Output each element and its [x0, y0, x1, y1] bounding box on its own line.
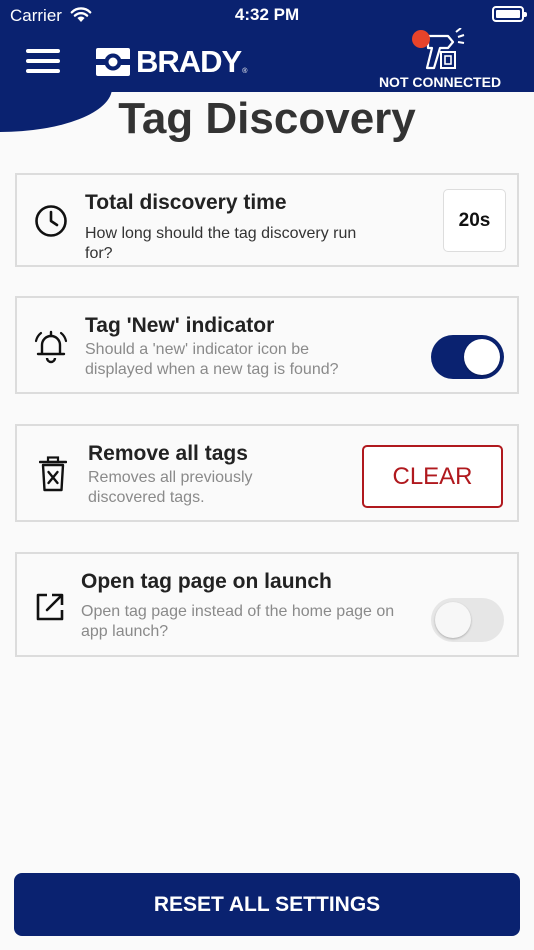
menu-bar	[26, 69, 60, 73]
toggle-knob	[464, 339, 500, 375]
bell-icon	[33, 328, 69, 369]
clock-icon	[34, 204, 68, 243]
menu-bar	[26, 49, 60, 53]
setting-description: Open tag page instead of the home page o…	[81, 603, 395, 640]
toggle-knob	[435, 602, 471, 638]
reset-all-settings-button[interactable]: RESET ALL SETTINGS	[14, 873, 520, 936]
battery-icon	[492, 6, 527, 22]
setting-description: Removes all previously discovered tags.	[88, 469, 253, 506]
trash-icon	[38, 456, 68, 497]
brand-registered-mark: ®	[242, 68, 248, 75]
clock-time: 4:32 PM	[234, 5, 300, 24]
printer-connection-button[interactable]	[408, 27, 468, 76]
setting-title: Tag 'New' indicator	[85, 314, 275, 337]
connection-status-dot	[412, 30, 430, 48]
discovery-time-value[interactable]: 20s	[443, 189, 506, 252]
setting-title: Remove all tags	[88, 442, 248, 465]
menu-icon[interactable]	[26, 48, 62, 74]
brand-logo-mark	[96, 48, 130, 76]
connection-status-label: NOT CONNECTED	[378, 74, 502, 90]
open-tag-page-toggle[interactable]	[431, 598, 504, 642]
open-tag-page-card: Open tag page on launch Open tag page in…	[15, 552, 519, 657]
brand-logo: BRADY ®	[96, 44, 248, 79]
external-link-icon	[35, 592, 65, 627]
setting-title: Total discovery time	[85, 191, 287, 214]
page-title: Tag Discovery	[118, 94, 416, 143]
new-indicator-toggle[interactable]	[431, 335, 504, 379]
setting-title: Open tag page on launch	[81, 570, 332, 593]
setting-description: Should a 'new' indicator icon be display…	[85, 341, 339, 378]
remove-tags-card: Remove all tags Removes all previously d…	[15, 424, 519, 522]
status-bar: Carrier 4:32 PM	[0, 0, 534, 30]
new-indicator-card: Tag 'New' indicator Should a 'new' indic…	[15, 296, 519, 394]
brand-name: BRADY	[136, 44, 242, 79]
clear-button[interactable]: CLEAR	[362, 445, 503, 508]
menu-bar	[26, 59, 60, 63]
setting-description: How long should the tag discovery run fo…	[85, 225, 357, 262]
discovery-time-card: Total discovery time How long should the…	[15, 173, 519, 267]
